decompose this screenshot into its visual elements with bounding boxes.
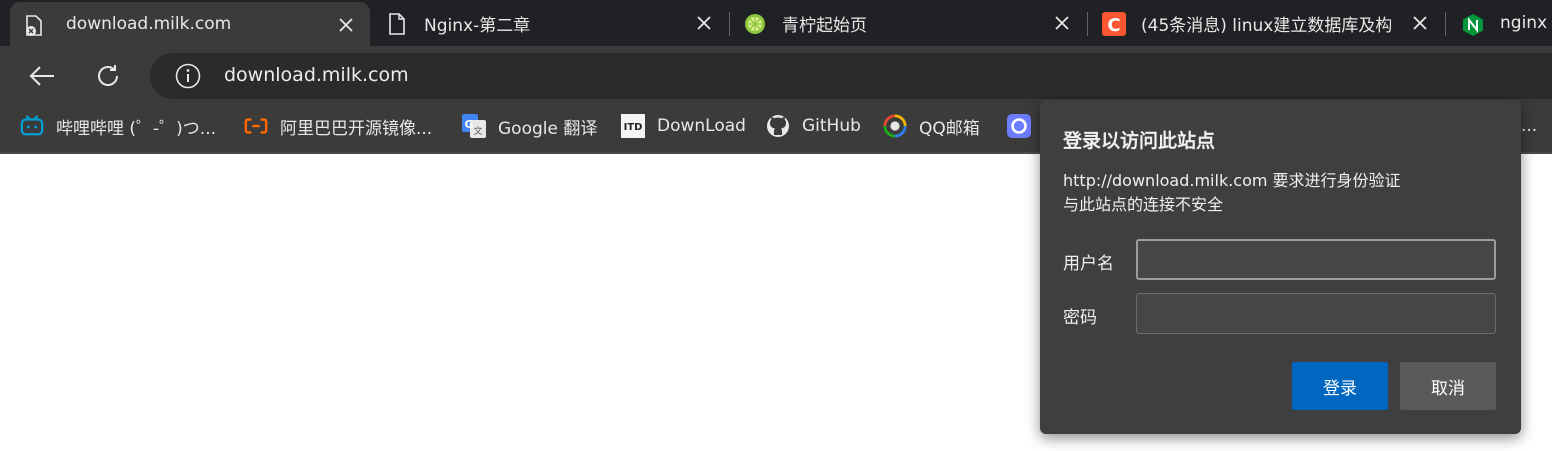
page-error-icon — [24, 15, 44, 36]
bookmark-circle-app[interactable] — [1007, 104, 1043, 148]
login-button[interactable]: 登录 — [1292, 362, 1388, 410]
username-label: 用户名 — [1063, 254, 1114, 274]
close-icon[interactable] — [338, 17, 354, 33]
svg-text:文: 文 — [473, 125, 482, 137]
username-field[interactable] — [1136, 239, 1496, 280]
bookmark-label: 阿里巴巴开源镜像... — [280, 118, 433, 139]
bookmark-label: Google 翻译 — [498, 118, 598, 139]
bookmark-label: DownLoad — [657, 116, 746, 136]
tab-csdn[interactable]: C (45条消息) linux建立数据库及构 — [1088, 0, 1444, 46]
tab-label: Nginx-第二章 — [424, 15, 531, 36]
dialog-message-line1: http://download.milk.com 要求进行身份验证 — [1063, 171, 1401, 190]
bookmarks-overflow[interactable]: ... — [1521, 104, 1537, 148]
bookmark-google-translate[interactable]: G文 Google 翻译 — [462, 104, 597, 148]
circle-app-icon — [1007, 114, 1031, 138]
dialog-message: http://download.milk.com 要求进行身份验证 与此站点的连… — [1063, 169, 1401, 217]
address-url: download.milk.com — [224, 64, 409, 86]
password-label: 密码 — [1063, 308, 1097, 328]
qqmail-icon — [883, 114, 907, 138]
csdn-icon: C — [1102, 12, 1126, 36]
github-icon — [766, 114, 790, 138]
address-bar[interactable]: download.milk.com — [150, 53, 1552, 99]
close-icon[interactable] — [1054, 15, 1070, 31]
aliyun-icon — [244, 114, 268, 138]
lime-icon — [744, 13, 765, 34]
info-icon[interactable] — [175, 63, 201, 93]
download-site-icon: ITD — [621, 114, 645, 138]
page-icon — [388, 13, 408, 35]
bookmark-label: QQ邮箱 — [919, 118, 980, 139]
tab-download-milk[interactable]: download.milk.com — [10, 2, 370, 46]
refresh-button[interactable] — [90, 58, 126, 94]
bookmark-bilibili[interactable]: 哔哩哔哩 (゜-゜)つ... — [20, 104, 216, 148]
bookmark-label: 哔哩哔哩 (゜-゜)つ... — [56, 118, 217, 139]
cancel-button[interactable]: 取消 — [1400, 362, 1496, 410]
tab-nginx-docs[interactable]: nginx d — [1446, 0, 1552, 46]
bilibili-icon — [20, 114, 44, 138]
tab-label: (45条消息) linux建立数据库及构 — [1141, 15, 1391, 36]
dialog-title: 登录以访问此站点 — [1063, 130, 1216, 152]
back-button[interactable] — [24, 58, 60, 94]
refresh-icon — [98, 65, 118, 86]
bookmark-qqmail[interactable]: QQ邮箱 — [883, 104, 980, 148]
google-translate-icon: G文 — [462, 114, 486, 138]
svg-text:C: C — [1107, 15, 1120, 36]
dialog-message-line2: 与此站点的连接不安全 — [1063, 195, 1224, 214]
tab-strip: download.milk.com Nginx-第二章 青柠起始页 C (45条… — [0, 0, 1552, 46]
close-icon[interactable] — [1412, 15, 1428, 31]
svg-text:G: G — [464, 118, 473, 131]
tab-lime-start[interactable]: 青柠起始页 — [730, 0, 1086, 46]
auth-dialog: 登录以访问此站点 http://download.milk.com 要求进行身份… — [1040, 100, 1521, 434]
password-field[interactable] — [1136, 293, 1496, 334]
bookmark-download[interactable]: ITD DownLoad — [621, 104, 746, 148]
bookmark-label: GitHub — [802, 116, 861, 136]
bookmark-aliyun-mirror[interactable]: 阿里巴巴开源镜像... — [244, 104, 432, 148]
bookmark-github[interactable]: GitHub — [766, 104, 861, 148]
tab-nginx-chapter[interactable]: Nginx-第二章 — [372, 0, 728, 46]
svg-text:ITD: ITD — [624, 122, 643, 133]
tab-label: nginx d — [1500, 13, 1552, 33]
tab-label: download.milk.com — [66, 14, 232, 34]
nginx-icon — [1462, 13, 1483, 36]
overflow-text: ... — [1521, 116, 1538, 136]
back-arrow-icon — [29, 66, 54, 86]
tab-label: 青柠起始页 — [782, 15, 867, 36]
close-icon[interactable] — [696, 15, 712, 31]
